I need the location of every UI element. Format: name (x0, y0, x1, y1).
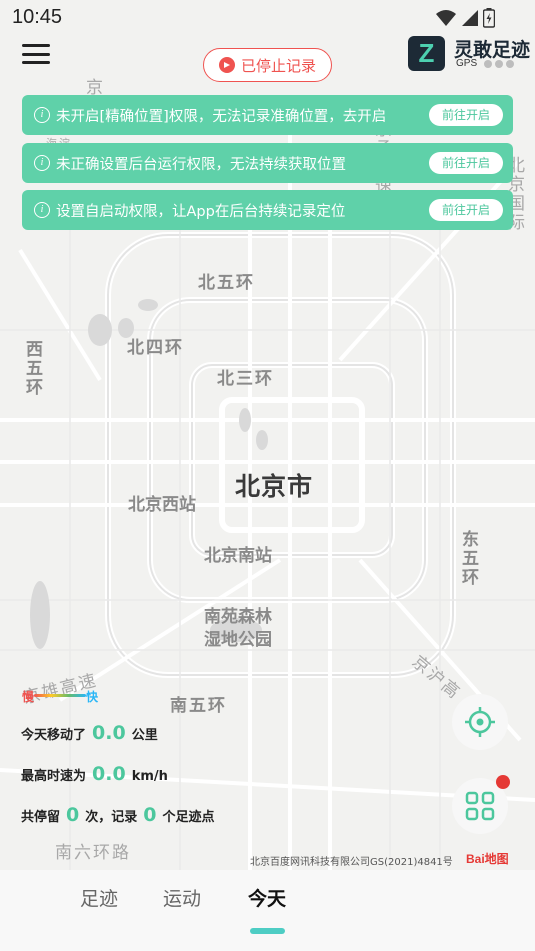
tab-footprint[interactable]: 足迹 (80, 884, 118, 911)
stat-distance: 今天移动了 0.0 公里 (21, 722, 158, 744)
map-label-east5: 东五环 (458, 530, 478, 587)
locate-button[interactable] (452, 694, 508, 750)
banner-go-button[interactable]: 前往开启 (429, 104, 503, 126)
baidu-map-logo: Bai地图 (466, 852, 509, 866)
record-status-button[interactable]: 已停止记录 (203, 48, 332, 82)
map-label-south5: 南五环 (170, 696, 227, 716)
tab-today[interactable]: 今天 (248, 884, 286, 911)
menu-icon (22, 44, 50, 47)
stat-stay-prefix: 共停留 (21, 810, 61, 825)
banner-go-button[interactable]: 前往开启 (429, 199, 503, 221)
stat-speed-unit: km/h (131, 769, 168, 784)
banner-go-button[interactable]: 前往开启 (429, 152, 503, 174)
map-label-north4: 北四环 (127, 338, 184, 358)
tab-sport[interactable]: 运动 (163, 884, 201, 911)
map-label-west-station: 北京西站 (128, 495, 196, 515)
stat-stays: 共停留 0 次，记录 0 个足迹点 (21, 804, 215, 826)
stat-max-speed: 最高时速为 0.0 km/h (21, 763, 168, 785)
map-label-north3: 北三环 (217, 369, 274, 389)
signal-icon (462, 10, 478, 26)
battery-icon (483, 8, 495, 28)
map-copyright: 北京百度网讯科技有限公司GS(2021)4841号 (250, 857, 453, 868)
stat-stay-count: 0 (66, 804, 80, 826)
speed-fast-label: 快 (86, 690, 99, 704)
speed-gradient-bar (34, 694, 86, 697)
map-label-park: 南苑森林湿地公园 (204, 607, 272, 650)
stat-stay-mid: 次，记录 (85, 810, 138, 825)
map-label-west5: 西五环 (22, 340, 42, 397)
info-icon: i (34, 155, 50, 171)
stat-speed-prefix: 最高时速为 (21, 769, 87, 784)
status-icons (435, 8, 495, 28)
banner-autostart: i 设置自启动权限，让App在后台持续记录定位 前往开启 (22, 190, 513, 230)
notification-dot (496, 775, 510, 789)
stat-distance-prefix: 今天移动了 (21, 728, 87, 743)
banner-precise-location: i 未开启[精确位置]权限，无法记录准确位置，去开启 前往开启 (22, 95, 513, 135)
bottom-tab-bar: 足迹 运动 今天 (0, 870, 535, 951)
gps-signal-dots (484, 60, 514, 68)
crosshair-icon (465, 707, 495, 737)
map-label-city: 北京市 (235, 472, 314, 501)
stat-points-count: 0 (143, 804, 157, 826)
record-status-label: 已停止记录 (240, 56, 316, 75)
tab-indicator (250, 928, 285, 934)
map-label-south6: 南六环路 (55, 843, 131, 863)
play-icon (218, 57, 235, 73)
banner-background-run: i 未正确设置后台运行权限，无法持续获取位置 前往开启 (22, 143, 513, 183)
stat-distance-unit: 公里 (131, 728, 158, 743)
info-icon: i (34, 107, 50, 123)
map-label-south-station: 北京南站 (204, 546, 272, 566)
speed-slow-label: 慢 (22, 690, 35, 704)
grid-icon (465, 791, 495, 821)
speed-legend: 慢 快 (20, 686, 102, 704)
app-logo: Z 灵敢足迹 GPS (408, 34, 530, 74)
map-label-north5: 北五环 (198, 273, 255, 293)
stat-points-suffix: 个足迹点 (162, 810, 215, 825)
app-sub: GPS (456, 58, 478, 69)
info-icon: i (34, 202, 50, 218)
stat-distance-value: 0.0 (92, 722, 126, 744)
stat-speed-value: 0.0 (92, 763, 126, 785)
wifi-icon (436, 10, 456, 26)
status-time: 10:45 (12, 6, 63, 28)
menu-button[interactable] (22, 42, 50, 66)
app-logo-mark: Z (408, 36, 445, 71)
status-bar: 10:45 (0, 0, 535, 36)
